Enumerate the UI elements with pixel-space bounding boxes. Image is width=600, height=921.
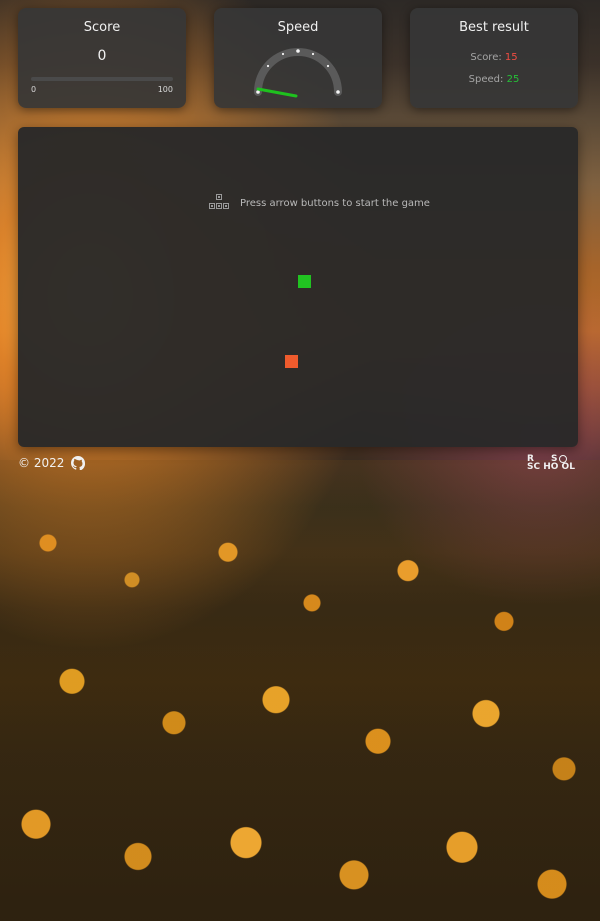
- gauge-tick-1: [266, 64, 270, 68]
- arrow-up-key-icon: [216, 194, 222, 200]
- speed-card: Speed: [214, 8, 382, 108]
- best-score-value: 15: [504, 52, 518, 63]
- best-score-label: Score:: [470, 52, 502, 63]
- score-progress-track: [31, 77, 173, 81]
- background-flower-field: [0, 460, 600, 921]
- snake-head: [298, 275, 311, 288]
- game-board[interactable]: Press arrow buttons to start the game: [18, 127, 578, 447]
- score-value: 0: [97, 48, 107, 64]
- speed-needle: [256, 87, 298, 98]
- score-title: Score: [83, 20, 121, 35]
- copyright-text: © 2022: [18, 456, 65, 470]
- best-speed-label: Speed:: [468, 74, 504, 85]
- food-block: [285, 355, 298, 368]
- best-speed-value: 25: [506, 74, 520, 85]
- score-card: Score 0 0 100: [18, 8, 186, 108]
- best-score-line: Score: 15: [410, 52, 578, 63]
- start-hint: Press arrow buttons to start the game: [206, 194, 430, 212]
- github-icon[interactable]: [71, 456, 86, 470]
- gauge-tick-4: [311, 52, 315, 56]
- speed-title: Speed: [277, 20, 319, 35]
- gauge-arc: [254, 48, 342, 96]
- arrow-right-key-icon: [223, 203, 229, 209]
- rs-school-logo[interactable]: R S SC HO OL: [527, 455, 575, 475]
- best-result-card: Best result Score: 15 Speed: 25: [410, 8, 578, 108]
- best-result-title: Best result: [459, 20, 529, 35]
- best-speed-line: Speed: 25: [410, 74, 578, 85]
- score-min-label: 0: [31, 85, 37, 94]
- speed-gauge-svg: [254, 48, 342, 98]
- arrow-left-key-icon: [209, 203, 215, 209]
- arrow-down-key-icon: [216, 203, 222, 209]
- footer: © 2022: [18, 456, 86, 470]
- gauge-tick-6: [336, 90, 340, 94]
- start-hint-text: Press arrow buttons to start the game: [240, 197, 430, 209]
- speed-gauge: [248, 36, 348, 98]
- score-max-label: 100: [157, 85, 173, 94]
- gauge-tick-2: [281, 52, 285, 56]
- arrow-keys-icon: [206, 194, 232, 212]
- gauge-tick-3: [296, 49, 300, 53]
- gauge-tick-5: [326, 64, 330, 68]
